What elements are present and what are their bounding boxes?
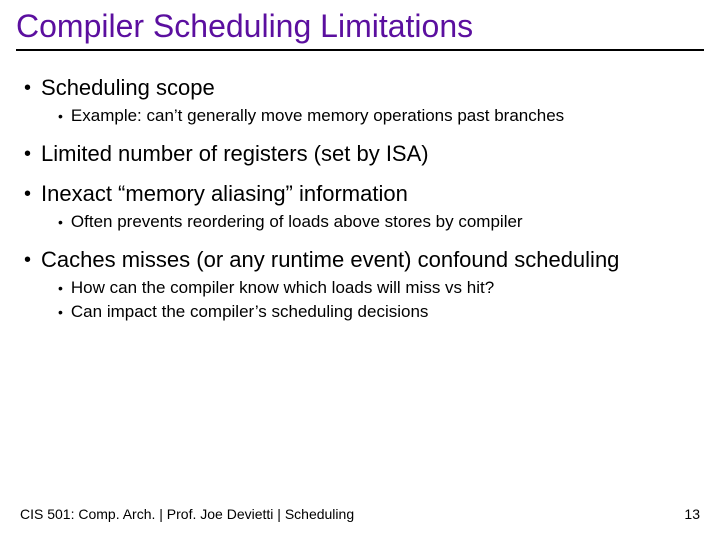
list-item: • Limited number of registers (set by IS… — [24, 141, 696, 167]
slide-footer: CIS 501: Comp. Arch. | Prof. Joe Deviett… — [20, 506, 700, 522]
footer-left: CIS 501: Comp. Arch. | Prof. Joe Deviett… — [20, 506, 354, 522]
slide-body: • Scheduling scope • Example: can’t gene… — [0, 51, 720, 323]
sub-bullet-text: Example: can’t generally move memory ope… — [71, 105, 564, 127]
bullet-text: Inexact “memory aliasing” information — [41, 181, 408, 207]
bullet-text: Caches misses (or any runtime event) con… — [41, 247, 619, 273]
bullet-level-2: • Example: can’t generally move memory o… — [58, 105, 696, 127]
bullet-list: • Scheduling scope • Example: can’t gene… — [24, 75, 696, 323]
bullet-level-1: • Limited number of registers (set by IS… — [24, 141, 696, 167]
bullet-dot-icon: • — [58, 105, 63, 127]
bullet-dot-icon: • — [58, 277, 63, 299]
list-item: • Caches misses (or any runtime event) c… — [24, 247, 696, 323]
bullet-level-1: • Scheduling scope — [24, 75, 696, 101]
bullet-dot-icon: • — [24, 141, 31, 167]
sub-bullet-list: • Often prevents reordering of loads abo… — [24, 211, 696, 233]
bullet-level-1: • Caches misses (or any runtime event) c… — [24, 247, 696, 273]
list-item: • Example: can’t generally move memory o… — [58, 105, 696, 127]
bullet-level-2: • Often prevents reordering of loads abo… — [58, 211, 696, 233]
bullet-text: Scheduling scope — [41, 75, 215, 101]
sub-bullet-list: • How can the compiler know which loads … — [24, 277, 696, 323]
slide: Compiler Scheduling Limitations • Schedu… — [0, 0, 720, 540]
bullet-dot-icon: • — [24, 247, 31, 273]
bullet-dot-icon: • — [58, 211, 63, 233]
bullet-level-2: • How can the compiler know which loads … — [58, 277, 696, 299]
slide-title: Compiler Scheduling Limitations — [0, 0, 720, 49]
sub-bullet-text: How can the compiler know which loads wi… — [71, 277, 494, 299]
bullet-dot-icon: • — [58, 301, 63, 323]
sub-bullet-text: Can impact the compiler’s scheduling dec… — [71, 301, 429, 323]
list-item: • Often prevents reordering of loads abo… — [58, 211, 696, 233]
list-item: • How can the compiler know which loads … — [58, 277, 696, 299]
list-item: • Inexact “memory aliasing” information … — [24, 181, 696, 233]
list-item: • Can impact the compiler’s scheduling d… — [58, 301, 696, 323]
sub-bullet-text: Often prevents reordering of loads above… — [71, 211, 523, 233]
page-number: 13 — [684, 506, 700, 522]
bullet-level-1: • Inexact “memory aliasing” information — [24, 181, 696, 207]
bullet-level-2: • Can impact the compiler’s scheduling d… — [58, 301, 696, 323]
bullet-dot-icon: • — [24, 181, 31, 207]
sub-bullet-list: • Example: can’t generally move memory o… — [24, 105, 696, 127]
bullet-text: Limited number of registers (set by ISA) — [41, 141, 429, 167]
list-item: • Scheduling scope • Example: can’t gene… — [24, 75, 696, 127]
bullet-dot-icon: • — [24, 75, 31, 101]
